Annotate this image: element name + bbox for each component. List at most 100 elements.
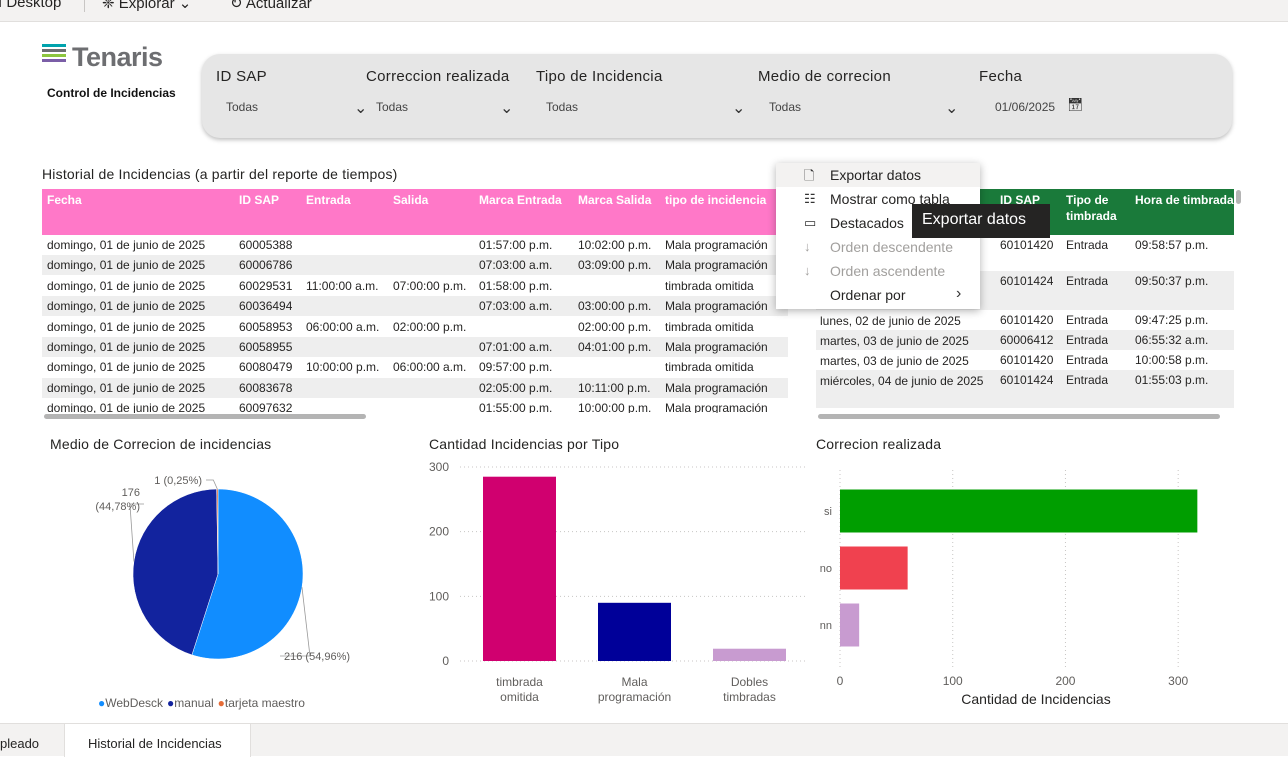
refresh-button[interactable]: ↻ Actualizar <box>230 0 312 12</box>
y-tick-label: nn <box>820 620 832 632</box>
data-label: 176 <box>122 487 140 499</box>
table-row[interactable]: domingo, 01 de junio de 2025 60005388 01:5… <box>42 235 788 255</box>
table-row[interactable]: miércoles, 04 de junio de 2025 60101424 En… <box>816 370 1234 408</box>
page-tabs-bar: pleado Historial de Incidencias <box>0 723 1288 757</box>
table-cell: 60101420 <box>1000 238 1054 252</box>
menu-item-sort-by[interactable]: Ordenar por › <box>776 283 980 307</box>
slicer-dropdown[interactable]: Todas ⌄ <box>226 100 374 126</box>
table-row[interactable]: domingo, 01 de junio de 2025 60029531 11:0… <box>42 276 788 296</box>
table-row[interactable]: domingo, 01 de junio de 2025 60006786 07:0… <box>42 255 788 275</box>
table-cell: Entrada <box>1066 274 1109 288</box>
column-header[interactable]: Tipo de timbrada <box>1066 192 1126 224</box>
table-row[interactable]: martes, 03 de junio de 2025 60006412 Entra… <box>816 330 1234 350</box>
table-cell: 09:57:00 p.m. <box>479 360 553 374</box>
table-cell: 10:00:00 p.m. <box>306 360 380 374</box>
table-row[interactable]: domingo, 01 de junio de 2025 60097632 01:5… <box>42 398 788 413</box>
column-header[interactable]: ID SAP <box>239 192 279 208</box>
x-tick-label: omitida <box>500 690 539 704</box>
table-row[interactable]: domingo, 01 de junio de 2025 60058955 07:0… <box>42 337 788 357</box>
column-header[interactable]: Entrada <box>306 192 351 208</box>
data-label: 216 (54,96%) <box>284 651 350 663</box>
table-cell: Mala programación <box>665 340 768 354</box>
explore-label: Explorar <box>118 0 175 12</box>
column-header[interactable]: Fecha <box>47 192 82 208</box>
column-header[interactable]: Salida <box>393 192 428 208</box>
x-tick-label: 100 <box>943 674 963 688</box>
data-label: (44,78%) <box>95 501 140 513</box>
table-row[interactable]: martes, 03 de junio de 2025 60101420 Entra… <box>816 350 1234 370</box>
pie-chart-title: Medio de Correcion de incidencias <box>50 436 272 452</box>
table-cell: 60006412 <box>1000 333 1054 347</box>
table-cell: 60058953 <box>239 320 293 334</box>
bar <box>483 476 556 661</box>
horizontal-scrollbar[interactable] <box>818 414 1220 419</box>
tab-empleado[interactable]: pleado <box>0 736 39 751</box>
table-cell: Entrada <box>1066 333 1109 347</box>
y-tick-label: no <box>820 563 832 575</box>
explore-button[interactable]: ❈ Explorar ⌄ <box>102 0 191 12</box>
column-header[interactable]: Marca Entrada <box>479 192 562 208</box>
table-cell: timbrada omitida <box>665 279 754 293</box>
legend-label: WebDesck <box>105 696 164 710</box>
table-row[interactable]: domingo, 01 de junio de 2025 60036494 07:0… <box>42 296 788 316</box>
table-row[interactable]: domingo, 01 de junio de 2025 60080479 10:0… <box>42 357 788 377</box>
x-tick-label: 0 <box>837 674 844 688</box>
column-header[interactable]: Hora de timbrada <box>1135 192 1234 208</box>
slicer-label: Medio de correcion <box>758 68 891 85</box>
table-cell: 09:50:37 p.m. <box>1135 274 1209 288</box>
y-tick-label: 100 <box>429 589 449 603</box>
tab-label: Historial de Incidencias <box>88 736 222 751</box>
y-tick-label: 0 <box>442 654 449 668</box>
table-cell: domingo, 01 de junio de 2025 <box>47 279 206 293</box>
refresh-label: Actualizar <box>245 0 312 12</box>
table-cell: 01:57:00 p.m. <box>479 238 553 252</box>
table-row[interactable]: domingo, 01 de junio de 2025 60058953 06:0… <box>42 317 788 337</box>
hbar-chart: 0 100 200 300 si no nn Cantidad de Incidencias <box>820 470 1198 707</box>
table-cell: domingo, 01 de junio de 2025 <box>47 340 206 354</box>
slicer-dropdown[interactable]: Todas ⌄ <box>376 100 524 126</box>
calendar-icon[interactable]: 📅︎ <box>1067 97 1084 113</box>
menu-item-label: Orden descendente <box>830 239 953 255</box>
table-row[interactable]: lunes, 02 de junio de 2025 60101420 Entrad… <box>816 310 1234 330</box>
table-cell: Entrada <box>1066 313 1109 327</box>
report-subtitle: Control de Incidencias <box>47 86 176 100</box>
tab-historial[interactable]: Historial de Incidencias <box>64 724 251 757</box>
legend-item[interactable]: ●WebDesck <box>98 696 163 710</box>
sort-desc-icon: ↓ <box>804 239 811 254</box>
table-cell: Entrada <box>1066 353 1109 367</box>
table-cell: 10:00:58 p.m. <box>1135 353 1209 367</box>
table-cell: domingo, 01 de junio de 2025 <box>47 320 206 334</box>
table-cell: 60083678 <box>239 381 293 395</box>
table-row[interactable]: domingo, 01 de junio de 2025 60083678 02:0… <box>42 378 788 398</box>
table-cell: 01:55:00 p.m. <box>479 401 553 413</box>
date-input[interactable]: 01/06/2025 📅︎ <box>995 97 1095 126</box>
table-cell: 60101420 <box>1000 313 1054 327</box>
table-cell: 07:03:00 a.m. <box>479 258 553 272</box>
horizontal-scrollbar[interactable] <box>44 414 366 419</box>
menu-item-export[interactable]: 🗋︎ Exportar datos <box>776 163 980 187</box>
menu-item-sort-desc: ↓ Orden descendente <box>776 235 980 259</box>
column-header[interactable]: Marca Salida <box>578 192 651 208</box>
table-cell: 10:00:00 p.m. <box>578 401 652 413</box>
table-cell: 07:00:00 p.m. <box>393 279 467 293</box>
legend-label: tarjeta maestro <box>224 696 305 710</box>
slicer-dropdown[interactable]: Todas ⌄ <box>769 100 974 126</box>
chevron-down-icon: ⌄ <box>732 100 746 117</box>
table-cell: 60006786 <box>239 258 293 272</box>
table-cell: Mala programación <box>665 401 768 413</box>
x-axis-title: Cantidad de Incidencias <box>961 691 1110 707</box>
legend-item[interactable]: ●tarjeta maestro <box>218 696 305 710</box>
table-cell: 02:00:00 p.m. <box>393 320 467 334</box>
chevron-down-icon: ⌄ <box>354 100 368 117</box>
table-cell: domingo, 01 de junio de 2025 <box>47 401 206 413</box>
slicer-dropdown[interactable]: Todas ⌄ <box>546 100 751 126</box>
table-cell: 01:58:00 p.m. <box>479 279 553 293</box>
column-header[interactable]: tipo de incidencia <box>665 192 766 208</box>
slicer-id-sap: ID SAP Todas ⌄ <box>216 68 374 126</box>
table-cell: domingo, 01 de junio de 2025 <box>47 238 206 252</box>
export-icon: 🗋︎ <box>804 168 815 183</box>
legend-item[interactable]: ●manual <box>167 696 214 710</box>
bar <box>840 603 860 647</box>
table-cell: domingo, 01 de junio de 2025 <box>47 258 206 272</box>
vertical-scrollbar[interactable] <box>1236 190 1241 204</box>
